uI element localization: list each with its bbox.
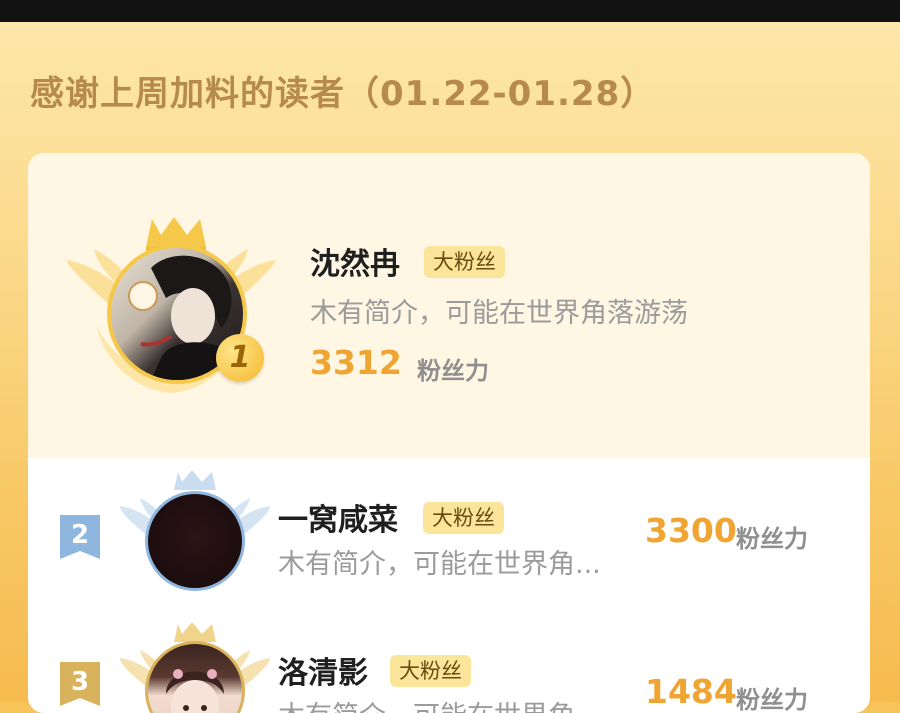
rank-number: 3 (70, 667, 90, 697)
leaderboard-row-2[interactable]: 2 一窝咸菜 大粉丝 木有简介，可能在世界角... 3300 粉丝力 (28, 458, 870, 628)
fans-power-label: 粉丝力 (736, 686, 808, 713)
fans-power-value: 3312 (310, 343, 402, 382)
page-title: 感谢上周加料的读者（01.22-01.28） (30, 74, 656, 114)
reader-name[interactable]: 洛清影 (278, 648, 368, 692)
fans-power-label: 粉丝力 (417, 357, 489, 385)
avatar[interactable] (145, 491, 245, 591)
reader-name[interactable]: 一窝咸菜 (278, 495, 398, 539)
fans-power-label: 粉丝力 (736, 525, 808, 553)
fan-level-badge: 大粉丝 (390, 655, 471, 687)
leaderboard-row-3[interactable]: 3 洛清影 大粉丝 木有简介，可能在世界角... 1484 粉丝力 (28, 622, 870, 713)
rank-number: 2 (70, 520, 90, 550)
rank-1-medal: 1 (216, 334, 264, 382)
leaderboard-row-1[interactable]: 1 沈然冉 大粉丝 木有简介，可能在世界角落游荡 3312 粉丝力 (28, 153, 870, 458)
leaderboard-card: 1 沈然冉 大粉丝 木有简介，可能在世界角落游荡 3312 粉丝力 2 一窝咸菜… (28, 153, 870, 713)
reader-bio: 木有简介，可能在世界角... (278, 549, 601, 580)
rank-number: 1 (229, 340, 251, 375)
fans-power-value: 3300 (645, 511, 737, 550)
fans-power-value: 1484 (645, 672, 737, 711)
top-bar (0, 0, 900, 22)
fan-level-badge: 大粉丝 (424, 246, 505, 278)
reader-bio: 木有简介，可能在世界角落游荡 (310, 298, 688, 329)
fan-level-badge: 大粉丝 (423, 502, 504, 534)
reader-bio: 木有简介，可能在世界角... (278, 694, 601, 713)
avatar-illustration (166, 669, 224, 713)
reader-name[interactable]: 沈然冉 (310, 239, 400, 283)
